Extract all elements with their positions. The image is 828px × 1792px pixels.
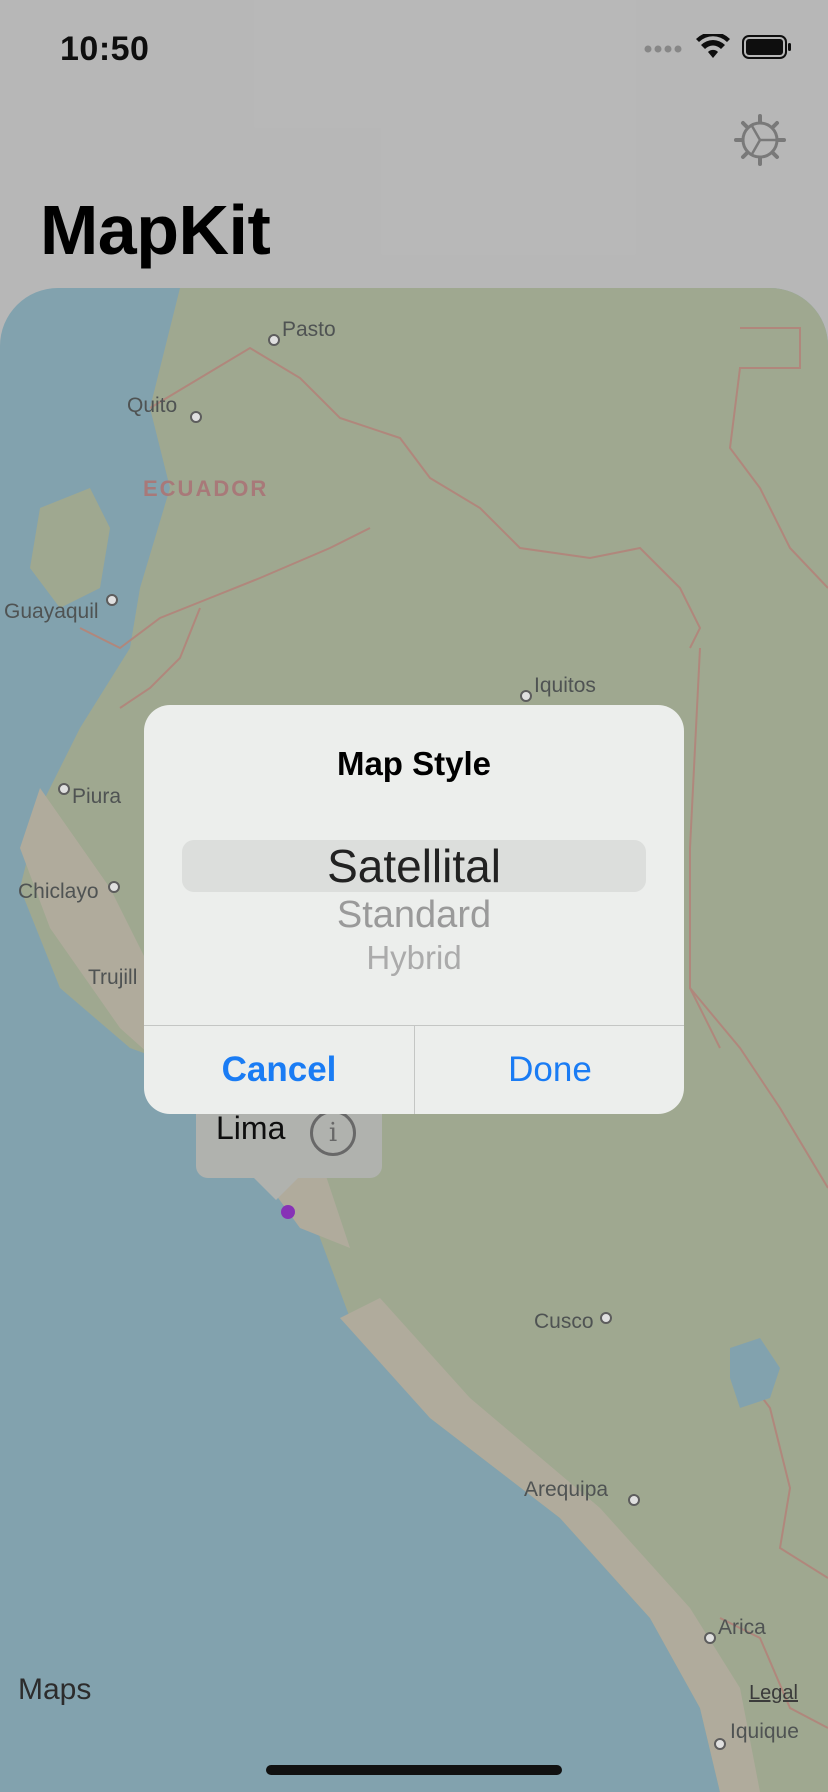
cancel-button[interactable]: Cancel [144,1026,414,1114]
done-button[interactable]: Done [415,1026,684,1114]
picker-option-standard[interactable]: Standard [144,893,684,937]
map-style-alert: Map Style Satellital Standard Hybrid Can… [144,705,684,1114]
picker-option-satellital[interactable]: Satellital [144,840,684,892]
home-indicator[interactable] [266,1765,562,1775]
picker-option-hybrid[interactable]: Hybrid [144,939,684,977]
alert-title: Map Style [336,745,492,782]
